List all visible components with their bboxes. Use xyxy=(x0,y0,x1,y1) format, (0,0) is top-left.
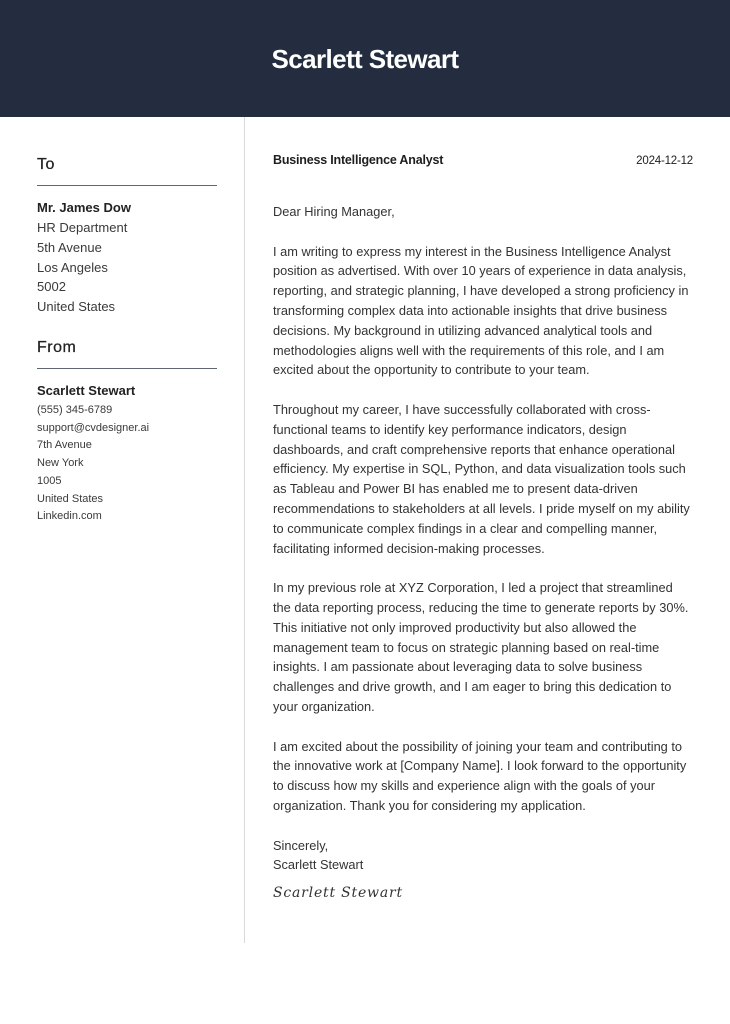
page-header: Scarlett Stewart xyxy=(0,0,730,117)
paragraph-achievement: In my previous role at XYZ Corporation, … xyxy=(273,580,689,714)
paragraph-intro: I am writing to express my interest in t… xyxy=(273,243,689,378)
recipient-country: United States xyxy=(37,299,116,315)
signature: Scarlett Stewart xyxy=(273,885,403,902)
sender-email: support@cvdesigner.ai xyxy=(37,421,150,434)
sender-street: 7th Avenue xyxy=(37,439,92,452)
paragraph-closing: I am excited about the possibility of jo… xyxy=(273,738,687,813)
column-divider xyxy=(244,117,245,943)
recipient-rule xyxy=(37,185,217,186)
sender-linkedin: Linkedin.com xyxy=(37,510,102,523)
sender-city: New York xyxy=(37,457,84,470)
recipient-title: To xyxy=(37,156,55,173)
sender-rule xyxy=(37,367,217,369)
sender-country: United States xyxy=(37,492,104,505)
header-name: Scarlett Stewart xyxy=(271,44,460,74)
paragraph-experience: Throughout my career, I have successfull… xyxy=(273,401,690,556)
recipient-name: Mr. James Dow xyxy=(37,200,131,215)
job-title: Business Intelligence Analyst xyxy=(273,153,444,167)
letter-body: Business Intelligence Analyst 2024-12-12… xyxy=(273,153,693,901)
recipient-street: 5th Avenue xyxy=(37,239,102,255)
sender-postcode: 1005 xyxy=(37,474,62,487)
recipient-section: To Mr. James Dow HR Department 5th Avenu… xyxy=(37,153,217,317)
sender-section: From Scarlett Stewart (555) 345-6789 sup… xyxy=(37,336,217,526)
sender-title: From xyxy=(37,338,77,356)
sender-name: Scarlett Stewart xyxy=(37,382,136,398)
closing: Sincerely, xyxy=(273,837,329,853)
sender-phone: (555) 345-6789 xyxy=(37,403,113,416)
recipient-postcode: 5002 xyxy=(37,279,66,295)
letter-date: 2024-12-12 xyxy=(636,155,693,167)
closing-name: Scarlett Stewart xyxy=(273,857,364,873)
salutation: Dear Hiring Manager, xyxy=(273,204,395,219)
letter-meta: Business Intelligence Analyst 2024-12-12 xyxy=(273,153,693,171)
sidebar: To Mr. James Dow HR Department 5th Avenu… xyxy=(37,153,217,526)
recipient-department: HR Department xyxy=(37,220,128,235)
recipient-city: Los Angeles xyxy=(37,259,108,275)
